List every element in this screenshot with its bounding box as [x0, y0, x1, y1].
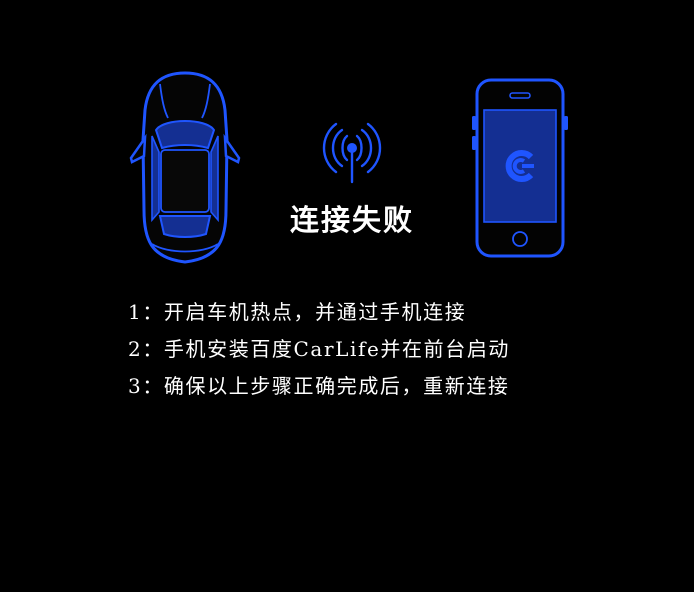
car-top-view-icon [129, 71, 241, 264]
instruction-step-2: 2：手机安装百度CarLife并在前台启动 [128, 337, 511, 361]
wifi-hotspot-icon [322, 122, 382, 184]
instruction-step-1: 1：开启车机热点，并通过手机连接 [128, 300, 467, 324]
connection-failed-title: 连接失败 [289, 203, 414, 237]
instruction-step-3: 3：确保以上步骤正确完成后，重新连接 [128, 374, 510, 398]
instruction-list: 1：开启车机热点，并通过手机连接 2：手机安装百度CarLife并在前台启动 3… [128, 294, 510, 405]
carlife-logo-icon [505, 150, 534, 182]
